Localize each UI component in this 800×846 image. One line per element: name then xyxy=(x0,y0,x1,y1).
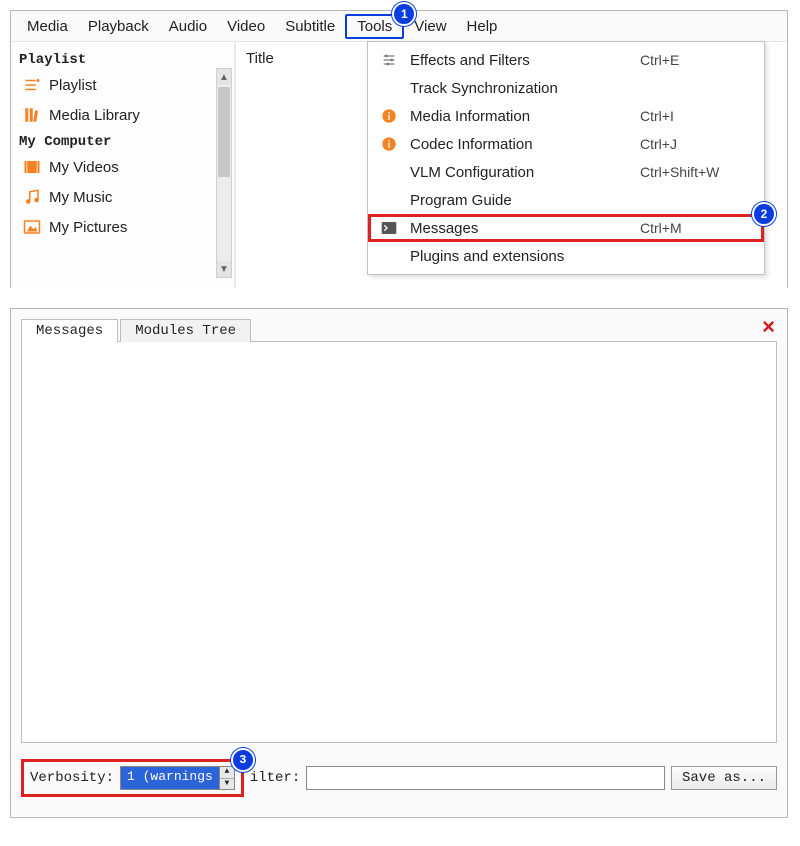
spin-down-icon[interactable]: ▼ xyxy=(220,779,234,790)
menu-subtitle[interactable]: Subtitle xyxy=(275,14,345,39)
filter-input[interactable] xyxy=(306,766,665,790)
music-icon xyxy=(23,188,41,206)
filter-label: ilter: xyxy=(250,770,300,786)
tab-modules-tree[interactable]: Modules Tree xyxy=(120,319,251,342)
sidebar-item-label: Media Library xyxy=(49,107,140,124)
verbosity-value[interactable]: 1 (warnings xyxy=(121,767,219,789)
menu-item-shortcut: Ctrl+J xyxy=(640,136,750,152)
sidebar-item-label: My Videos xyxy=(49,159,119,176)
menu-item-label: Messages xyxy=(410,220,630,237)
pictures-icon xyxy=(23,218,41,236)
menu-item-codec-info[interactable]: Codec Information Ctrl+J xyxy=(368,130,764,158)
verbosity-label: Verbosity: xyxy=(30,770,114,786)
menu-item-shortcut: Ctrl+Shift+W xyxy=(640,164,750,180)
sidebar: Playlist Playlist Media Library My Compu… xyxy=(11,42,235,288)
sidebar-section-mycomputer: My Computer xyxy=(17,130,232,152)
terminal-icon xyxy=(378,221,400,235)
menu-help[interactable]: Help xyxy=(457,14,508,39)
menu-item-effects-filters[interactable]: Effects and Filters Ctrl+E xyxy=(368,46,764,74)
menu-item-shortcut: Ctrl+M xyxy=(640,220,750,236)
menu-item-plugins[interactable]: Plugins and extensions xyxy=(368,242,764,270)
menu-item-label: VLM Configuration xyxy=(410,164,630,181)
messages-bottom-bar: Verbosity: 1 (warnings ▲ ▼ 3 ilter: Save… xyxy=(21,759,777,797)
step-badge-3: 3 xyxy=(231,748,255,772)
tab-messages[interactable]: Messages xyxy=(21,319,118,342)
scroll-thumb[interactable] xyxy=(218,87,230,177)
sidebar-item-media-library[interactable]: Media Library xyxy=(17,100,232,130)
sliders-icon xyxy=(378,52,400,68)
menu-item-label: Codec Information xyxy=(410,136,630,153)
menu-video[interactable]: Video xyxy=(217,14,275,39)
sidebar-item-label: My Music xyxy=(49,189,112,206)
menu-item-program-guide[interactable]: Program Guide xyxy=(368,186,764,214)
video-icon xyxy=(23,158,41,176)
sidebar-section-playlist: Playlist xyxy=(17,48,232,70)
menu-tools[interactable]: Tools 1 xyxy=(345,14,404,39)
vlc-main-window: Media Playback Audio Video Subtitle Tool… xyxy=(10,10,788,288)
menu-item-label: Track Synchronization xyxy=(410,80,630,97)
messages-textarea[interactable] xyxy=(21,341,777,743)
menu-item-label: Plugins and extensions xyxy=(410,248,630,265)
verbosity-group: Verbosity: 1 (warnings ▲ ▼ 3 xyxy=(21,759,244,797)
menu-item-media-info[interactable]: Media Information Ctrl+I xyxy=(368,102,764,130)
menubar: Media Playback Audio Video Subtitle Tool… xyxy=(11,11,787,42)
sidebar-item-playlist[interactable]: Playlist xyxy=(17,70,232,100)
tools-dropdown: Effects and Filters Ctrl+E Track Synchro… xyxy=(367,41,765,275)
menu-audio[interactable]: Audio xyxy=(159,14,217,39)
sidebar-item-my-music[interactable]: My Music xyxy=(17,182,232,212)
sidebar-scrollbar[interactable]: ▲ ▼ xyxy=(216,68,232,278)
sidebar-item-my-pictures[interactable]: My Pictures xyxy=(17,212,232,242)
verbosity-spinbox[interactable]: 1 (warnings ▲ ▼ xyxy=(120,766,235,790)
sidebar-item-my-videos[interactable]: My Videos xyxy=(17,152,232,182)
menu-tools-label: Tools xyxy=(357,18,392,35)
sidebar-item-label: My Pictures xyxy=(49,219,127,236)
scroll-down-arrow-icon[interactable]: ▼ xyxy=(217,261,231,277)
menu-item-label: Media Information xyxy=(410,108,630,125)
scroll-up-arrow-icon[interactable]: ▲ xyxy=(217,69,231,85)
close-icon[interactable]: × xyxy=(762,314,775,340)
menu-item-shortcut: Ctrl+I xyxy=(640,108,750,124)
menu-item-vlm-config[interactable]: VLM Configuration Ctrl+Shift+W xyxy=(368,158,764,186)
tab-bar: Messages Modules Tree × xyxy=(21,315,777,341)
library-icon xyxy=(23,106,41,124)
info-icon xyxy=(378,136,400,152)
menu-item-label: Effects and Filters xyxy=(410,52,630,69)
spin-up-icon[interactable]: ▲ xyxy=(220,767,234,779)
menu-item-track-sync[interactable]: Track Synchronization xyxy=(368,74,764,102)
step-badge-1: 1 xyxy=(392,2,416,26)
menu-item-label: Program Guide xyxy=(410,192,630,209)
playlist-icon xyxy=(23,76,41,94)
save-as-button[interactable]: Save as... xyxy=(671,766,777,790)
menu-media[interactable]: Media xyxy=(17,14,78,39)
menu-playback[interactable]: Playback xyxy=(78,14,159,39)
menu-item-shortcut: Ctrl+E xyxy=(640,52,750,68)
menu-item-messages[interactable]: Messages Ctrl+M 2 xyxy=(368,214,764,242)
info-icon xyxy=(378,108,400,124)
messages-window: Messages Modules Tree × Verbosity: 1 (wa… xyxy=(10,308,788,818)
step-badge-2: 2 xyxy=(752,202,776,226)
sidebar-item-label: Playlist xyxy=(49,77,97,94)
